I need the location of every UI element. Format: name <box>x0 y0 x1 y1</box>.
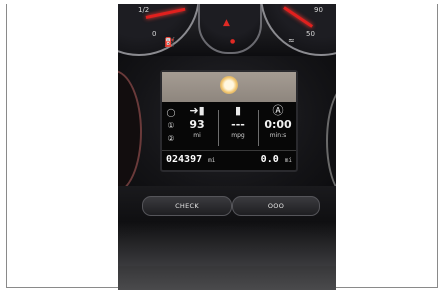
divider-2 <box>258 110 259 146</box>
economy-column: ▮ --- mpg <box>220 104 256 148</box>
steering-column-shroud <box>118 226 336 266</box>
temp-ninety-mark: 90 <box>314 6 323 14</box>
fuel-pump-icon: ▮ <box>234 104 242 117</box>
trip-meter: 0.0 mi <box>261 154 292 165</box>
gauge-band: 1/2 0 ⛽ 90 50 ≈ ▲ ● <box>118 4 336 56</box>
economy-value: --- <box>231 118 245 131</box>
menu-icons: ◯ ① ② <box>164 106 178 145</box>
driver-info-display: ◯ ① ② ➜▮ 93 mi ▮ --- mpg Ⓐ 0:00 min:s 02… <box>160 70 298 172</box>
indicator-dot-icon: ● <box>230 38 236 45</box>
time-value: 0:00 <box>264 118 292 131</box>
fuel-pump-glyph: ⛽ <box>164 38 176 48</box>
menu-trip-1-icon: ① <box>167 121 175 130</box>
range-value: 93 <box>189 118 205 131</box>
stop-start-icon: Ⓐ <box>272 104 284 117</box>
temp-fifty-mark: 50 <box>306 30 315 38</box>
fuel-range-icon: ➜▮ <box>189 104 205 117</box>
light-reflection <box>220 76 238 94</box>
range-column: ➜▮ 93 mi <box>178 104 216 148</box>
ooo-button[interactable]: OOO <box>232 196 320 216</box>
warning-lamp-icon: ▲ <box>223 18 230 28</box>
display-glare <box>162 72 296 102</box>
time-unit: min:s <box>269 132 287 139</box>
fuel-half-mark: 1/2 <box>138 6 150 14</box>
dashboard-photo: 1/2 0 ⛽ 90 50 ≈ ▲ ● ◯ ① ② ➜▮ 93 mi ▮ ---… <box>118 4 336 290</box>
divider-1 <box>218 110 219 146</box>
menu-settings-icon: ◯ <box>166 108 176 117</box>
trip-unit: mi <box>284 157 292 164</box>
coolant-icon: ≈ <box>288 36 295 45</box>
stop-start-column: Ⓐ 0:00 min:s <box>260 104 296 148</box>
fuel-gauge <box>118 4 200 56</box>
odometer-bar: 024397 mi 0.0 mi <box>162 150 296 169</box>
range-unit: mi <box>193 132 201 139</box>
temperature-gauge <box>260 4 336 56</box>
fuel-zero-mark: 0 <box>152 30 157 38</box>
trip-value: 0.0 <box>260 154 279 165</box>
trip-computer-row: ◯ ① ② ➜▮ 93 mi ▮ --- mpg Ⓐ 0:00 min:s <box>162 104 296 148</box>
odometer: 024397 mi <box>166 154 215 165</box>
economy-unit: mpg <box>231 132 245 139</box>
odometer-value: 024397 <box>166 154 203 165</box>
odometer-unit: mi <box>208 157 216 164</box>
check-button[interactable]: CHECK <box>142 196 232 216</box>
center-gauge <box>198 4 262 54</box>
menu-trip-2-icon: ② <box>167 134 175 143</box>
